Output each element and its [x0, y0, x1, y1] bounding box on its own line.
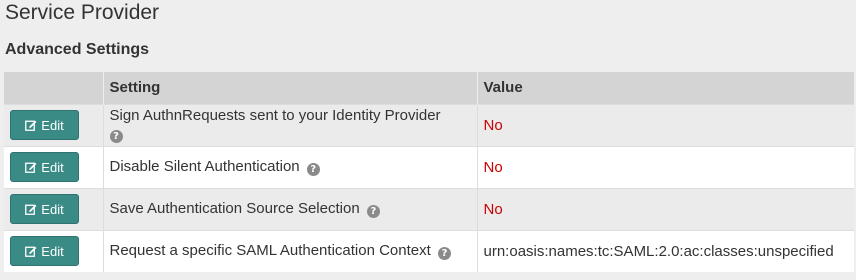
edit-button-label: Edit	[41, 201, 64, 217]
setting-value: No	[483, 158, 503, 176]
header-actions	[4, 72, 104, 104]
actions-cell: Edit	[4, 187, 104, 230]
edit-button[interactable]: Edit	[10, 110, 79, 140]
edit-icon	[25, 246, 37, 258]
edit-button-label: Edit	[41, 117, 64, 133]
settings-table: Setting Value Edit Sign AuthnRequests se…	[4, 72, 854, 272]
setting-cell: Request a specific SAML Authentication C…	[103, 229, 478, 272]
question-circle-icon[interactable]: ?	[366, 205, 380, 218]
edit-button-label: Edit	[41, 159, 64, 175]
table-row: Edit Sign AuthnRequests sent to your Ide…	[4, 103, 854, 146]
edit-icon	[25, 204, 37, 215]
edit-button-label: Edit	[41, 243, 64, 259]
setting-cell: Sign AuthnRequests sent to your Identity…	[103, 103, 478, 146]
question-circle-icon[interactable]: ?	[437, 247, 451, 261]
table-header-row: Setting Value	[4, 72, 854, 104]
actions-cell: Edit	[4, 145, 104, 188]
setting-value: urn:oasis:names:tc:SAML:2.0:ac:classes:u…	[483, 242, 834, 260]
edit-icon	[25, 120, 37, 131]
setting-cell: Disable Silent Authentication ?	[103, 145, 478, 188]
setting-label: Save Authentication Source Selection	[109, 200, 360, 217]
edit-icon	[25, 162, 37, 173]
edit-button[interactable]: Edit	[10, 152, 79, 182]
question-circle-icon[interactable]: ?	[109, 130, 123, 143]
setting-value: No	[483, 200, 503, 218]
header-setting: Setting	[103, 72, 478, 104]
setting-label: Request a specific SAML Authentication C…	[109, 242, 431, 260]
section-title: Advanced Settings	[5, 41, 150, 58]
edit-button[interactable]: Edit	[10, 236, 79, 267]
setting-value: No	[483, 116, 503, 134]
actions-cell: Edit	[4, 229, 104, 272]
table-row: Edit Disable Silent Authentication ? No	[4, 145, 854, 188]
page: Service Provider Advanced Settings Setti…	[0, 0, 856, 280]
edit-button[interactable]: Edit	[10, 194, 79, 224]
question-circle-icon[interactable]: ?	[306, 163, 320, 176]
actions-cell: Edit	[4, 103, 104, 146]
setting-cell: Save Authentication Source Selection ?	[103, 187, 478, 230]
setting-label: Disable Silent Authentication	[109, 158, 300, 175]
value-cell: No	[477, 187, 854, 230]
value-cell: No	[477, 103, 854, 146]
setting-label: Sign AuthnRequests sent to your Identity…	[109, 107, 441, 124]
value-cell: urn:oasis:names:tc:SAML:2.0:ac:classes:u…	[477, 229, 854, 272]
header-value: Value	[477, 72, 854, 104]
value-cell: No	[477, 145, 854, 188]
table-row: Edit Request a specific SAML Authenticat…	[4, 229, 854, 272]
page-title: Service Provider	[5, 1, 160, 24]
table-row: Edit Save Authentication Source Selectio…	[4, 187, 854, 230]
